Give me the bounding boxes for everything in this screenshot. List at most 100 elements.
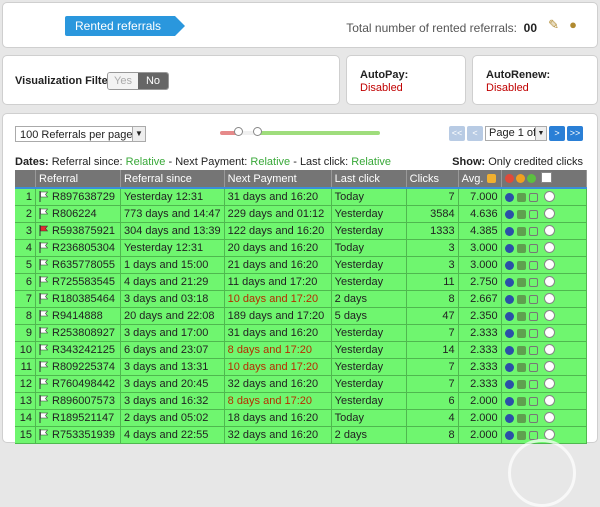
recycle-icon[interactable] — [516, 396, 526, 406]
show-value-link[interactable]: Only credited clicks — [488, 156, 583, 168]
lock-icon[interactable] — [528, 328, 538, 338]
info-icon[interactable] — [504, 294, 514, 304]
flag-icon[interactable] — [39, 293, 49, 304]
slider-handle-right[interactable] — [253, 127, 262, 136]
row-checkbox[interactable] — [543, 326, 555, 338]
info-icon[interactable] — [504, 328, 514, 338]
row-checkbox[interactable] — [543, 377, 555, 389]
lock-icon[interactable] — [528, 277, 538, 287]
lock-icon[interactable] — [528, 294, 538, 304]
flag-icon[interactable] — [39, 276, 49, 287]
filter-toggle[interactable]: Yes No — [107, 72, 169, 90]
row-checkbox[interactable] — [543, 241, 555, 253]
lock-icon[interactable] — [528, 379, 538, 389]
flag-icon[interactable] — [39, 395, 49, 406]
since-mode-link[interactable]: Relative — [126, 156, 166, 168]
per-page-select[interactable]: 100 Referrals per page ▼ — [15, 126, 146, 142]
row-checkbox[interactable] — [543, 275, 555, 287]
red-dot-icon[interactable] — [504, 174, 514, 183]
recycle-icon[interactable] — [516, 311, 526, 321]
header-last-click[interactable]: Last click — [331, 170, 407, 189]
info-icon[interactable] — [504, 192, 514, 202]
next-page-button[interactable]: > — [549, 126, 565, 141]
recycle-icon[interactable] — [516, 345, 526, 355]
orange-dot-icon[interactable] — [515, 174, 525, 183]
lock-icon[interactable] — [528, 243, 538, 253]
recycle-icon[interactable] — [516, 226, 526, 236]
header-referral[interactable]: Referral — [35, 170, 121, 189]
next-mode-link[interactable]: Relative — [250, 156, 290, 168]
header-avg[interactable]: Avg. — [458, 170, 502, 189]
recycle-icon[interactable] — [516, 413, 526, 423]
rent-icon[interactable]: ✎ — [548, 17, 559, 33]
last-mode-link[interactable]: Relative — [351, 156, 391, 168]
row-checkbox[interactable] — [543, 258, 555, 270]
row-checkbox[interactable] — [543, 292, 555, 304]
flag-icon[interactable] — [39, 259, 49, 270]
lock-icon[interactable] — [528, 362, 538, 372]
header-clicks[interactable]: Clicks — [406, 170, 459, 189]
recycle-icon[interactable] — [516, 260, 526, 270]
flag-icon[interactable] — [39, 361, 49, 372]
lock-icon[interactable] — [528, 396, 538, 406]
coins-icon[interactable]: ● — [569, 17, 577, 32]
info-icon[interactable] — [504, 243, 514, 253]
row-checkbox[interactable] — [543, 309, 555, 321]
sort-icon[interactable] — [486, 173, 496, 183]
info-icon[interactable] — [504, 311, 514, 321]
flag-icon[interactable] — [39, 225, 49, 236]
row-checkbox[interactable] — [543, 190, 555, 202]
flag-icon[interactable] — [39, 327, 49, 338]
recycle-icon[interactable] — [516, 209, 526, 219]
lock-icon[interactable] — [528, 226, 538, 236]
flag-icon[interactable] — [39, 412, 49, 423]
info-icon[interactable] — [504, 430, 514, 440]
flag-icon[interactable] — [39, 429, 49, 440]
autopay-status[interactable]: Disabled — [360, 82, 403, 94]
lock-icon[interactable] — [528, 311, 538, 321]
info-icon[interactable] — [504, 396, 514, 406]
filter-yes-option[interactable]: Yes — [108, 73, 138, 89]
header-next-payment[interactable]: Next Payment — [224, 170, 332, 189]
autorenew-status[interactable]: Disabled — [486, 82, 529, 94]
flag-icon[interactable] — [39, 378, 49, 389]
column-slider[interactable] — [220, 127, 380, 136]
lock-icon[interactable] — [528, 430, 538, 440]
row-checkbox[interactable] — [543, 343, 555, 355]
info-icon[interactable] — [504, 413, 514, 423]
lock-icon[interactable] — [528, 260, 538, 270]
recycle-icon[interactable] — [516, 328, 526, 338]
lock-icon[interactable] — [528, 209, 538, 219]
flag-icon[interactable] — [39, 310, 49, 321]
recycle-icon[interactable] — [516, 294, 526, 304]
info-icon[interactable] — [504, 362, 514, 372]
recycle-icon[interactable] — [516, 362, 526, 372]
row-checkbox[interactable] — [543, 224, 555, 236]
flag-icon[interactable] — [39, 208, 49, 219]
flag-icon[interactable] — [39, 344, 49, 355]
info-icon[interactable] — [504, 345, 514, 355]
recycle-icon[interactable] — [516, 243, 526, 253]
recycle-icon[interactable] — [516, 430, 526, 440]
select-all-checkbox[interactable] — [540, 172, 552, 183]
row-checkbox[interactable] — [543, 207, 555, 219]
header-referral-since[interactable]: Referral since — [120, 170, 225, 189]
slider-handle-left[interactable] — [234, 127, 243, 136]
flag-icon[interactable] — [39, 191, 49, 202]
prev-page-button[interactable]: < — [467, 126, 483, 141]
info-icon[interactable] — [504, 277, 514, 287]
recycle-icon[interactable] — [516, 379, 526, 389]
row-checkbox[interactable] — [543, 411, 555, 423]
filter-no-option[interactable]: No — [138, 73, 168, 89]
recycle-icon[interactable] — [516, 192, 526, 202]
recycle-icon[interactable] — [516, 277, 526, 287]
lock-icon[interactable] — [528, 192, 538, 202]
first-page-button[interactable]: << — [449, 126, 465, 141]
row-checkbox[interactable] — [543, 394, 555, 406]
row-checkbox[interactable] — [543, 360, 555, 372]
lock-icon[interactable] — [528, 413, 538, 423]
info-icon[interactable] — [504, 226, 514, 236]
info-icon[interactable] — [504, 209, 514, 219]
info-icon[interactable] — [504, 379, 514, 389]
green-dot-icon[interactable] — [526, 174, 536, 183]
